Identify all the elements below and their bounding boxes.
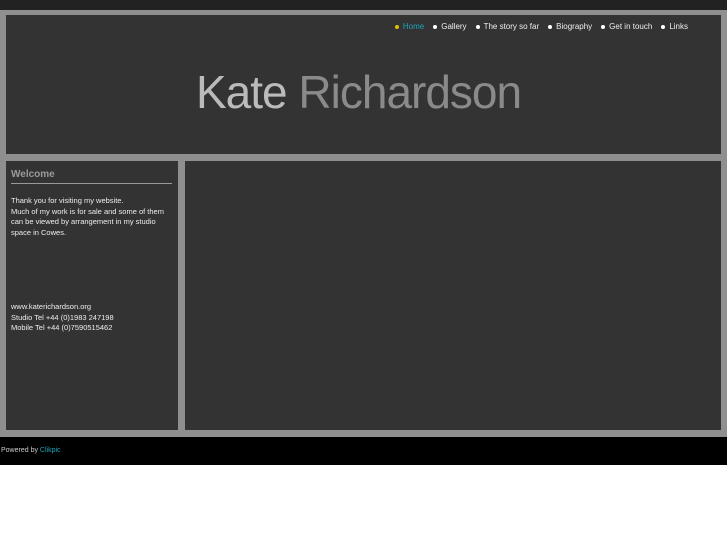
footer-text: Powered by (1, 447, 38, 454)
sidebar-heading: Welcome (11, 169, 172, 184)
website-text: www.katerichardson.org (11, 302, 92, 311)
main-content (185, 161, 721, 430)
nav-story[interactable]: The story so far (475, 22, 540, 31)
nav-contact[interactable]: Get in touch (601, 22, 652, 31)
nav-label: Get in touch (609, 22, 653, 31)
title-last: Richardson (298, 66, 522, 118)
nav-gallery[interactable]: Gallery (433, 22, 467, 31)
bullet-icon (548, 24, 553, 29)
text-line: space in Cowes. (11, 227, 67, 237)
nav-label: Links (669, 22, 688, 31)
sidebar: Welcome Thank you for visiting my websit… (6, 161, 178, 430)
text-line: can be viewed by arrangement in my studi… (11, 217, 156, 227)
mobile-phone: Mobile Tel +44 (0)7590515462 (11, 323, 113, 333)
site-title: Kate Richardson (196, 65, 522, 119)
bullet-icon (475, 24, 480, 29)
nav-label: Gallery (441, 22, 467, 31)
bullet-icon (661, 24, 666, 29)
header: Home Gallery The story so far Biography … (6, 15, 721, 154)
welcome-text: Thank you for visiting my website. Much … (11, 196, 164, 238)
footer: Powered by Clikpic (0, 437, 727, 465)
nav-biography[interactable]: Biography (548, 22, 592, 31)
title-first: Kate (196, 66, 288, 118)
nav-home[interactable]: Home (394, 22, 425, 31)
page-frame: Home Gallery The story so far Biography … (0, 10, 727, 437)
main-nav: Home Gallery The story so far Biography … (394, 22, 688, 31)
top-bar (0, 0, 727, 10)
text-line: Thank you for visiting my website. (11, 196, 124, 205)
text-line: Much of my work is for sale and some of … (11, 206, 164, 216)
bullet-icon (433, 24, 438, 29)
bullet-icon (601, 24, 606, 29)
clikpic-link[interactable]: Clikpic (40, 447, 61, 454)
nav-label: Home (402, 22, 425, 31)
contact-info: www.katerichardson.org Studio Tel +44 (0… (11, 302, 114, 334)
nav-links[interactable]: Links (661, 22, 688, 31)
nav-label: The story so far (483, 22, 540, 31)
bullet-icon (394, 24, 399, 29)
studio-phone: Studio Tel +44 (0)1983 247198 (11, 312, 114, 322)
nav-label: Biography (556, 22, 593, 31)
